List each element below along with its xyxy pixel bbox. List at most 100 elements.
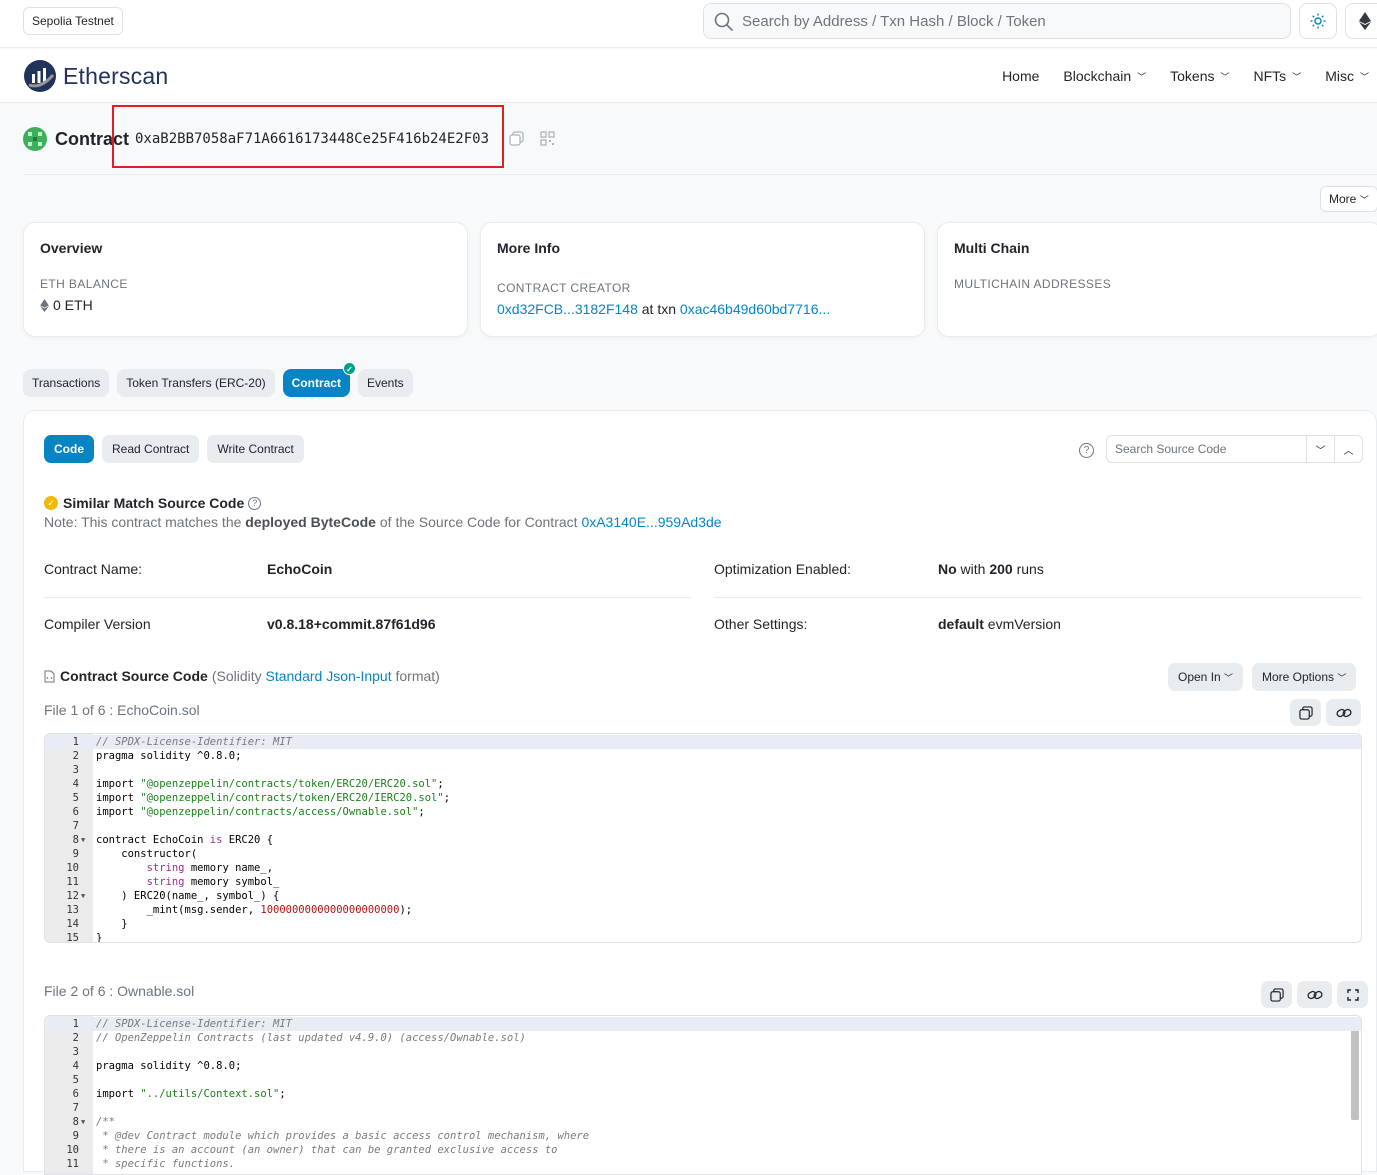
subtab-write-contract[interactable]: Write Contract: [207, 435, 304, 463]
code-line: 4 import "@openzeppelin/contracts/token/E…: [45, 777, 1361, 791]
code-text: * @dev Contract module which provides a …: [96, 1129, 589, 1143]
link-file-2-button[interactable]: [1297, 981, 1332, 1008]
code-line: 2 pragma solidity ^0.8.0;: [45, 749, 1361, 763]
source-code-header: Contract Source Code (Solidity Standard …: [44, 668, 440, 684]
nav-misc[interactable]: Misc ﹀: [1325, 68, 1369, 84]
tab-events[interactable]: Events: [357, 369, 413, 397]
code-line: 9 constructor(: [45, 847, 1361, 861]
etherscan-logo-icon: [24, 60, 56, 92]
code-token: constructor(: [96, 848, 198, 860]
code-token: }: [96, 932, 103, 943]
sun-icon: [1310, 13, 1326, 29]
code-token: // OpenZeppelin Contracts (last updated …: [96, 1032, 526, 1044]
code-editor-file-1[interactable]: 1 // SPDX-License-Identifier: MIT 2 pragma …: [44, 733, 1362, 943]
optimization-value: No with 200 runs: [938, 561, 1044, 577]
code-line: 2 // OpenZeppelin Contracts (last updated…: [45, 1031, 1361, 1045]
optimization-with: with: [956, 561, 990, 577]
global-search[interactable]: [703, 3, 1291, 39]
open-in-button[interactable]: Open In ﹀: [1168, 663, 1244, 691]
code-line: 6 import "../utils/Context.sol";: [45, 1087, 1361, 1101]
fold-arrow-icon[interactable]: ▼: [81, 833, 91, 847]
line-number: 15: [66, 932, 79, 943]
search-prev-button[interactable]: ︿: [1334, 436, 1362, 462]
help-icon[interactable]: ?: [1079, 443, 1094, 458]
creator-address-link[interactable]: 0xd32FCB...3182F148: [497, 301, 638, 317]
code-line: 4 pragma solidity ^0.8.0;: [45, 1059, 1361, 1073]
code-text: }: [96, 917, 127, 931]
copy-icon: [1298, 705, 1313, 720]
code-line: 10 * there is an account (an owner) that…: [45, 1143, 1361, 1157]
fold-arrow-icon[interactable]: ▼: [81, 1115, 91, 1129]
more-options-button[interactable]: More Options ﹀: [1252, 663, 1357, 691]
card-title: Overview: [40, 240, 103, 256]
line-number: 7: [72, 820, 79, 832]
similar-match-note: Note: This contract matches the deployed…: [44, 514, 722, 530]
nav-tokens[interactable]: Tokens ﹀: [1170, 68, 1229, 84]
nav-label: Blockchain: [1063, 68, 1132, 84]
line-number: 1: [72, 1018, 79, 1030]
line-number: 2: [72, 1032, 79, 1044]
code-editor-file-2[interactable]: 1 // SPDX-License-Identifier: MIT 2 // Open…: [44, 1015, 1362, 1175]
network-badge[interactable]: Sepolia Testnet: [23, 7, 123, 35]
code-text: import "@openzeppelin/contracts/token/ER…: [96, 777, 444, 791]
code-token: string: [146, 862, 185, 874]
code-text: pragma solidity ^0.8.0;: [96, 749, 241, 763]
code-token: /**: [96, 1116, 115, 1128]
code-line: 9 * @dev Contract module which provides …: [45, 1129, 1361, 1143]
line-number: 7: [72, 1102, 79, 1114]
matched-contract-link[interactable]: 0xA3140E...959Ad3de: [581, 514, 721, 530]
line-number: 9: [72, 1130, 79, 1142]
code-line: 8 ▼ /**: [45, 1115, 1361, 1129]
creation-txn-link[interactable]: 0xac46b49d60bd7716...: [680, 301, 830, 317]
help-icon[interactable]: ?: [248, 496, 262, 510]
subtab-read-contract[interactable]: Read Contract: [102, 435, 200, 463]
card-title: More Info: [497, 240, 560, 256]
code-text: constructor(: [96, 847, 197, 861]
copy-file-2-button[interactable]: [1261, 981, 1292, 1008]
code-token: contract EchoCoin: [96, 834, 210, 846]
global-search-input[interactable]: [742, 4, 1282, 38]
more-label: More: [1329, 192, 1357, 206]
code-text: // SPDX-License-Identifier: MIT: [96, 735, 292, 749]
subtab-code[interactable]: Code: [44, 435, 94, 463]
code-text: * specific functions.: [96, 1157, 235, 1171]
json-input-link[interactable]: Standard Json-Input: [266, 668, 392, 684]
copy-file-1-button[interactable]: [1290, 699, 1321, 726]
search-next-button[interactable]: ﹀: [1306, 436, 1334, 462]
link-file-1-button[interactable]: [1326, 699, 1361, 726]
fullscreen-button[interactable]: [1337, 981, 1368, 1008]
optimization-enabled: No: [938, 561, 957, 577]
code-line: 1 // SPDX-License-Identifier: MIT: [45, 1017, 1361, 1031]
code-token: ;: [235, 1060, 242, 1072]
nav-home[interactable]: Home: [1002, 68, 1039, 84]
nav-nfts[interactable]: NFTs ﹀: [1254, 68, 1302, 84]
code-text: import "@openzeppelin/contracts/token/ER…: [96, 791, 450, 805]
chevron-down-icon: ﹀: [1220, 71, 1230, 82]
tab-contract[interactable]: Contract ✓: [282, 362, 356, 397]
ethereum-icon: [1359, 12, 1371, 30]
fold-arrow-icon[interactable]: ▼: [81, 889, 91, 903]
nav-label: Tokens: [1170, 68, 1215, 84]
theme-toggle-button[interactable]: [1299, 3, 1337, 39]
source-format: (Solidity Standard Json-Input format): [212, 668, 440, 684]
more-dropdown-button[interactable]: More ﹀: [1320, 186, 1377, 212]
line-number: 4: [72, 1060, 79, 1072]
qr-code-icon[interactable]: [540, 131, 555, 146]
tab-transactions[interactable]: Transactions: [23, 369, 110, 397]
code-token: ;: [235, 750, 242, 762]
network-switch-button[interactable]: [1345, 3, 1377, 39]
code-token: import: [96, 1088, 141, 1100]
code-token: ;: [279, 1088, 286, 1100]
card-title: Multi Chain: [954, 240, 1030, 256]
more-options-label: More Options: [1262, 670, 1335, 684]
multichain-addresses-label: MULTICHAIN ADDRESSES: [954, 277, 1112, 291]
nav-blockchain[interactable]: Blockchain ﹀: [1063, 68, 1146, 84]
etherscan-logo[interactable]: Etherscan: [23, 59, 168, 93]
source-search-input[interactable]: [1107, 436, 1306, 462]
copy-icon[interactable]: [509, 131, 524, 146]
tab-token-transfers[interactable]: Token Transfers (ERC-20): [117, 369, 275, 397]
copy-icon: [1269, 987, 1284, 1002]
at-txn-text: at txn: [641, 301, 677, 317]
code-line: 11 * specific functions.: [45, 1157, 1361, 1171]
code-line: 10 string memory name_,: [45, 861, 1361, 875]
